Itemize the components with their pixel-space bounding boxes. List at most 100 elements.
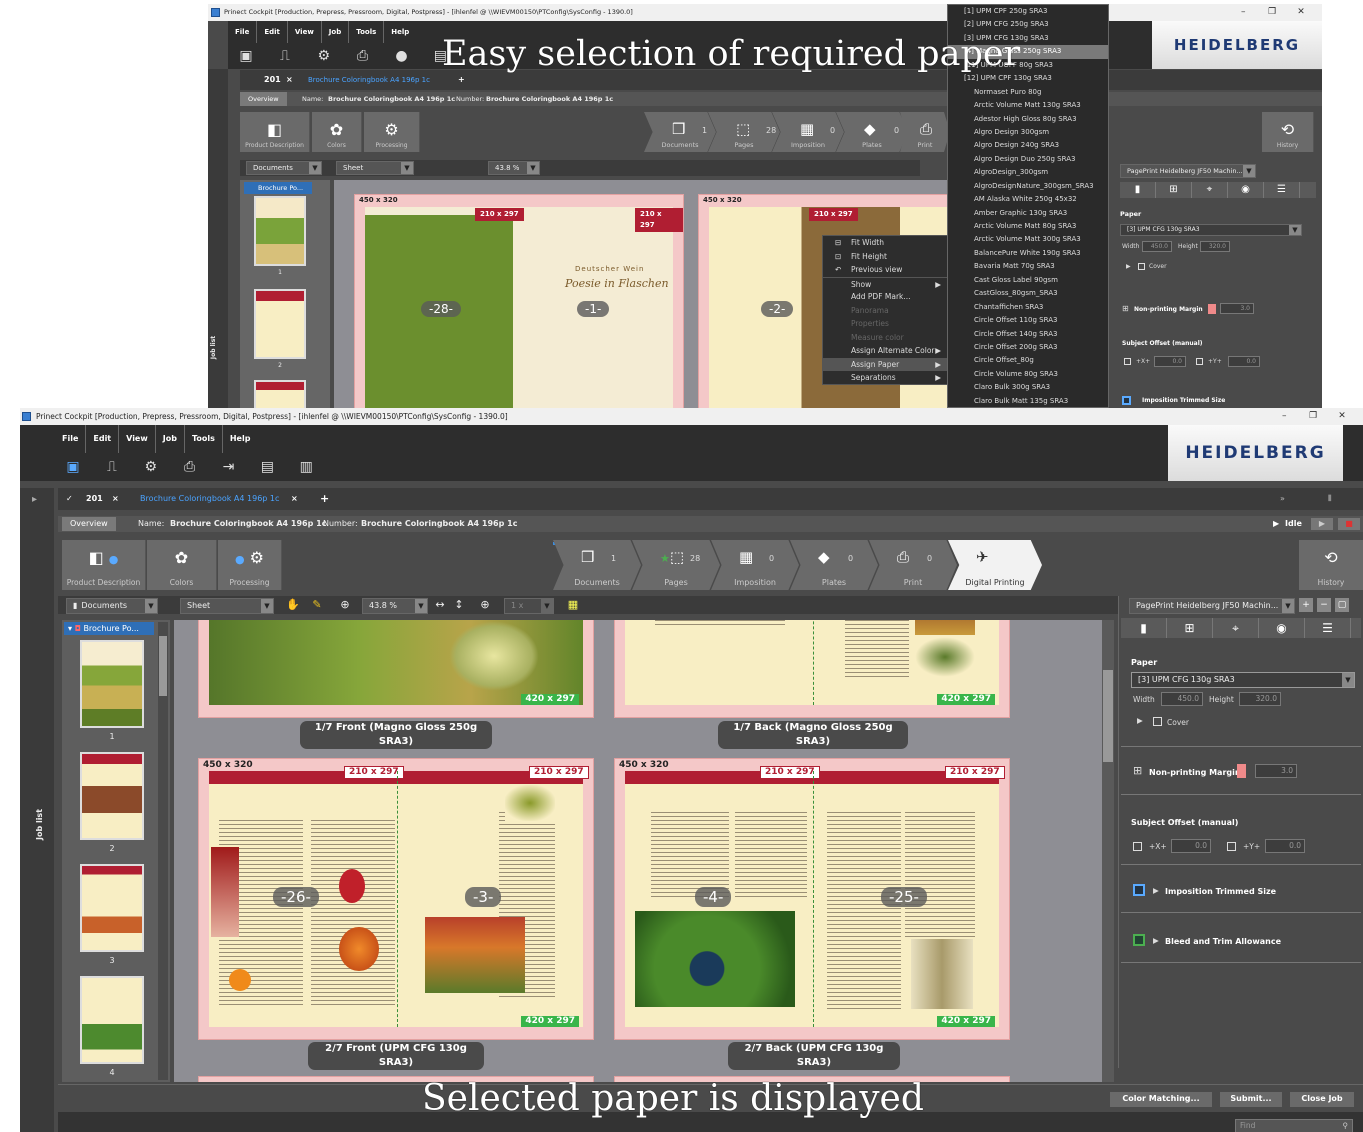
top-margin-input[interactable]: 3.0	[1220, 303, 1254, 314]
paper-option[interactable]: Claro Bulk Matt 135g SRA3	[948, 395, 1108, 407]
scale-dropdown[interactable]: 1 x ▼	[504, 598, 554, 614]
add-device-button[interactable]: +	[1299, 598, 1313, 612]
menu-view[interactable]: View	[288, 21, 322, 43]
paper-option[interactable]: Arctic Volume Matt 80g SRA3	[948, 220, 1108, 233]
paper-option[interactable]: Adestor High Gloss 80g SRA3	[948, 113, 1108, 126]
thumbnail-page-2[interactable]	[80, 752, 144, 840]
top-tree-item[interactable]: Brochure Po...	[244, 182, 312, 194]
paper-option[interactable]: Arctic Volume Matt 130g SRA3	[948, 99, 1108, 112]
menu-help[interactable]: Help	[384, 21, 416, 43]
add-tab-button[interactable]: +	[312, 488, 337, 510]
imposition-trimmed-expander[interactable]: ▶	[1153, 886, 1159, 895]
close-window-button[interactable]: ✕	[1329, 408, 1355, 425]
sheet-1-front[interactable]: 420 x 297	[198, 620, 594, 718]
job-tab-close[interactable]: ×	[104, 488, 127, 510]
minimize-button[interactable]: –	[1230, 4, 1256, 21]
top-thumb-1[interactable]	[254, 196, 306, 266]
paper-option[interactable]: Chantaffichen SRA3	[948, 301, 1108, 314]
workflow-documents[interactable]: ❒ 1 Documents	[553, 540, 641, 590]
menu-help[interactable]: Help	[223, 425, 258, 453]
layout-tab-icon[interactable]: ⊞	[1167, 618, 1213, 638]
submit-button[interactable]: Submit...	[1220, 1092, 1282, 1107]
paper-option[interactable]: Circle Volume 80g SRA3	[948, 368, 1108, 381]
workflow-pages[interactable]: ⬚ 28 Pages	[708, 112, 780, 152]
colors-step[interactable]: ✿ Colors	[312, 112, 362, 152]
maximize-button[interactable]: ❐	[1259, 4, 1285, 21]
zoom-dropdown[interactable]: 43.8 % ▼	[488, 161, 540, 175]
canvas-scroll-thumb[interactable]	[1103, 670, 1113, 762]
fit-height-icon[interactable]: ↕	[452, 598, 466, 612]
top-y-checkbox[interactable]	[1196, 358, 1203, 365]
device-icon[interactable]: ⚙	[314, 46, 334, 66]
history-step[interactable]: ⟲ History	[1299, 540, 1363, 590]
workflow-imposition[interactable]: ▦ 0 Imposition	[772, 112, 844, 152]
zoom-tool-icon[interactable]: ⊕	[338, 598, 352, 612]
height-input[interactable]: 320.0	[1239, 692, 1281, 706]
paper-option[interactable]: Amber Graphic 130g SRA3	[948, 207, 1108, 220]
margin-expand-icon[interactable]: ⊞	[1133, 764, 1142, 777]
marks-tab-icon[interactable]: ⌖	[1213, 618, 1259, 638]
top-thumb-3[interactable]	[254, 380, 306, 408]
top-x-checkbox[interactable]	[1124, 358, 1131, 365]
top-job-list-label[interactable]: Job list	[210, 336, 217, 359]
menu-file[interactable]: File	[228, 21, 258, 43]
x-offset-checkbox[interactable]	[1133, 842, 1142, 851]
remove-device-button[interactable]: −	[1317, 598, 1331, 612]
top-imposition-trimmed-icon[interactable]	[1122, 396, 1131, 405]
ctx-add-pdf-mark[interactable]: Add PDF Mark...	[823, 290, 947, 304]
job-doc-tab[interactable]: Brochure Coloringbook A4 196p 1c	[300, 70, 438, 92]
job-tab-close[interactable]: ×	[278, 70, 301, 92]
colors-step[interactable]: ✿ Colors	[147, 540, 217, 590]
workflow-pages[interactable]: ★⬚ 28 Pages	[632, 540, 720, 590]
top-paper-dropdown[interactable]: [3] UPM CFG 130g SRA3 ▼	[1120, 224, 1302, 236]
doc-icon[interactable]: ▥	[296, 457, 316, 477]
top-cover-expander[interactable]: ▶	[1126, 263, 1131, 270]
ctx-previous-view[interactable]: ↶ Previous view	[823, 263, 947, 277]
top-margin-plus-icon[interactable]: ⊞	[1122, 304, 1129, 313]
close-window-button[interactable]: ✕	[1288, 4, 1314, 21]
workflow-documents[interactable]: ❒ 1 Documents	[644, 112, 716, 152]
job-doc-tab[interactable]: Brochure Coloringbook A4 196p 1c	[132, 488, 287, 510]
zoom-dropdown[interactable]: 43.8 % ▼	[362, 598, 428, 614]
paper-option[interactable]: Algro Design 240g SRA3	[948, 139, 1108, 152]
menu-tools[interactable]: Tools	[185, 425, 223, 453]
processing-step[interactable]: ⚙ Processing	[364, 112, 420, 152]
layout-columns-icon[interactable]: ⦀	[1320, 488, 1340, 510]
job-icon[interactable]: ▣	[236, 46, 256, 66]
thumbnail-page-4[interactable]	[80, 976, 144, 1064]
sheet-1-back[interactable]: 420 x 297	[614, 620, 1010, 718]
margin-color-swatch[interactable]	[1237, 764, 1246, 778]
top-imposition-trimmed-label[interactable]: Imposition Trimmed Size	[1142, 397, 1225, 404]
close-job-button[interactable]: Close Job	[1290, 1092, 1354, 1107]
overview-tab[interactable]: Overview	[62, 517, 116, 531]
minimize-button[interactable]: –	[1271, 408, 1297, 425]
product-icon[interactable]: ⎍	[102, 457, 122, 477]
paper-option[interactable]: Circle Offset 110g SRA3	[948, 314, 1108, 327]
paper-option[interactable]: [1] UPM CPF 250g SRA3	[948, 5, 1108, 18]
menu-edit[interactable]: Edit	[257, 21, 288, 43]
job-icon[interactable]: ▣	[63, 457, 83, 477]
thumbnail-page-3[interactable]	[80, 864, 144, 952]
layout-tab-icon[interactable]: ⊞	[1156, 182, 1192, 198]
fit-width-icon[interactable]: ↔	[433, 598, 447, 612]
thumbnail-page-1[interactable]	[80, 640, 144, 728]
start-button[interactable]: ▶	[1311, 518, 1333, 530]
color-tab-icon[interactable]: ◉	[1259, 618, 1305, 638]
ctx-assign-alternate-color[interactable]: Assign Alternate Color ▶	[823, 344, 947, 358]
top-width-input[interactable]: 450.0	[1142, 241, 1172, 252]
sheet-2-back[interactable]: 450 x 320 210 x 297 210 x 297 -4- -25- 4…	[614, 758, 1010, 1040]
workflow-print[interactable]: ⎙ 0 Print	[869, 540, 957, 590]
menu-tools[interactable]: Tools	[349, 21, 385, 43]
job-list-label[interactable]: Job list	[35, 809, 44, 840]
history-step[interactable]: ⟲ History	[1262, 112, 1314, 152]
product-description-step[interactable]: ◧ Product Description	[240, 112, 310, 152]
ctx-show[interactable]: Show ▶	[823, 276, 947, 291]
stop-button[interactable]: ■	[1338, 518, 1360, 530]
printer-icon[interactable]: ⎙	[180, 457, 200, 477]
list-tab-icon[interactable]: ☰	[1305, 618, 1351, 638]
documents-dropdown[interactable]: ▮ Documents ▼	[66, 598, 158, 614]
product-icon[interactable]: ⎍	[275, 46, 295, 66]
paper-option[interactable]: Algro Design Duo 250g SRA3	[948, 153, 1108, 166]
y-offset-input[interactable]: 0.0	[1265, 839, 1305, 853]
cover-checkbox[interactable]	[1153, 717, 1162, 726]
